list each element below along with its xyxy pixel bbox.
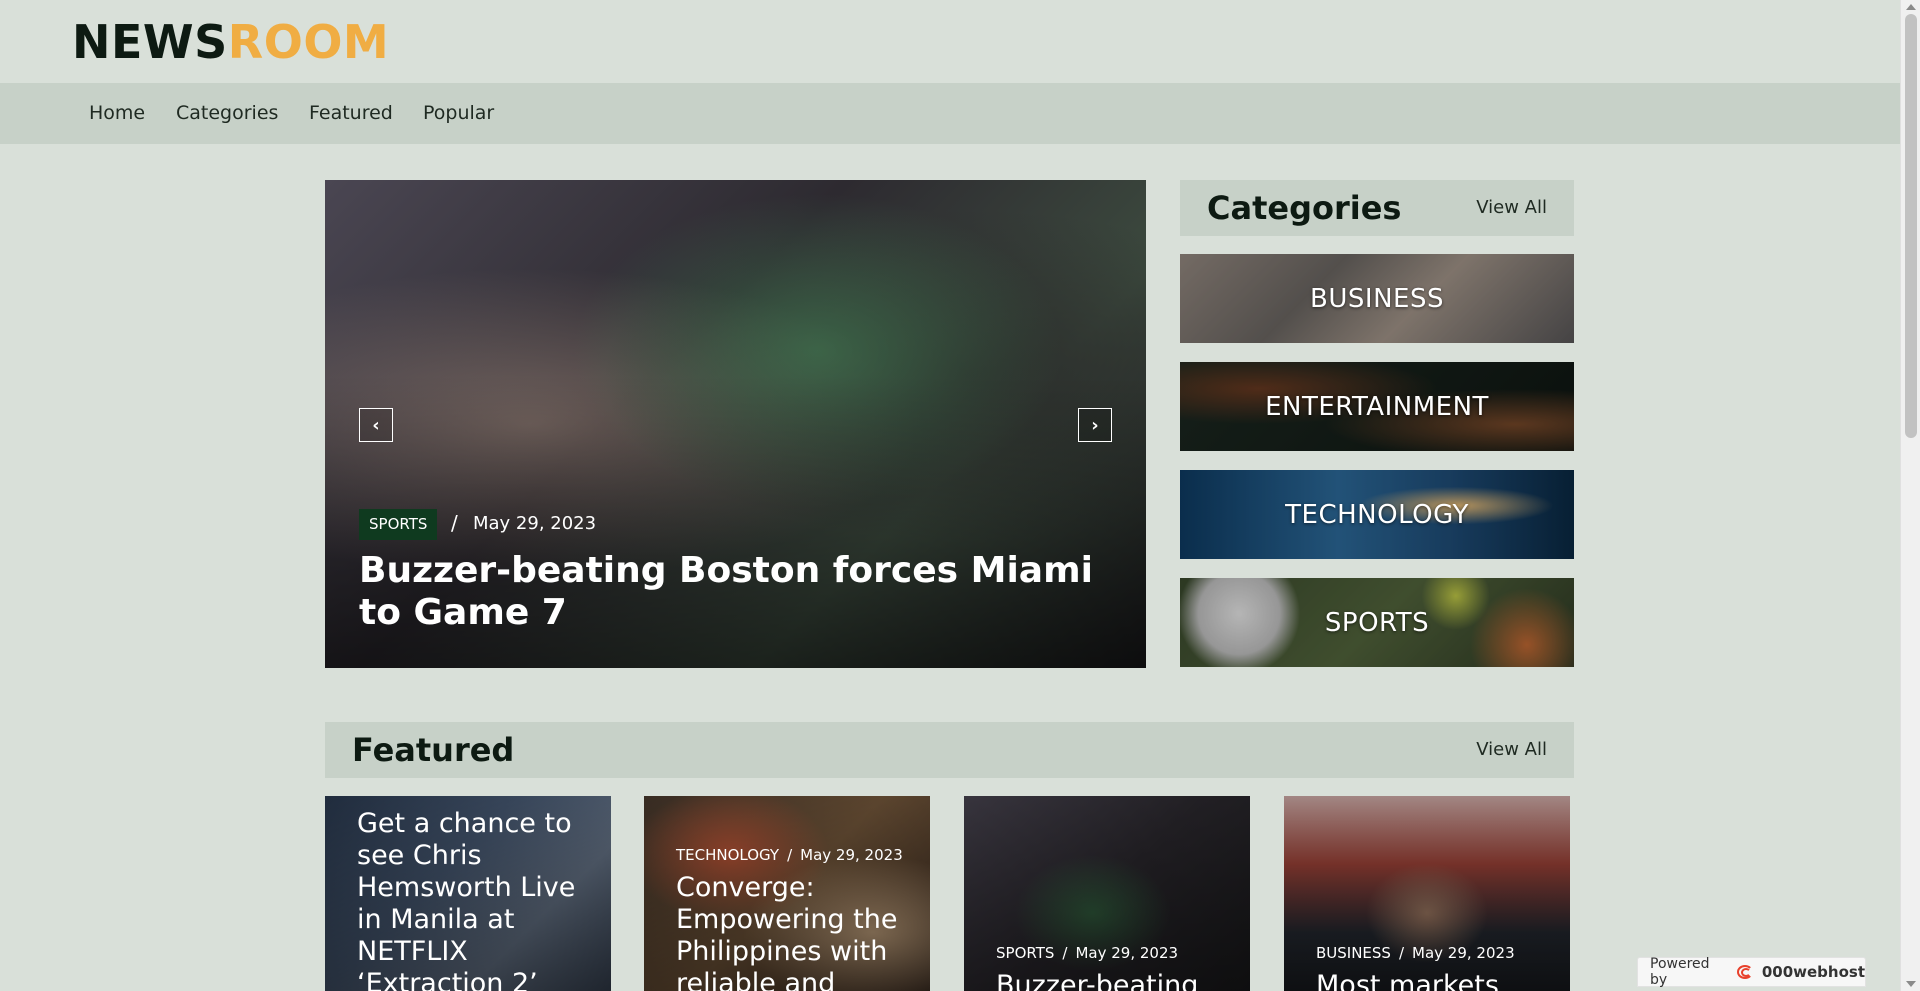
nav-item-popular[interactable]: Popular (423, 102, 494, 124)
featured-card-meta: SPORTS / May 29, 2023 (996, 944, 1179, 962)
featured-card[interactable]: BUSINESS / May 29, 2023 Most markets (1284, 796, 1570, 991)
category-label: SPORTS (1324, 607, 1430, 638)
main-nav: Home Categories Featured Popular (0, 83, 1900, 144)
featured-card[interactable]: SPORTS / May 29, 2023 Buzzer-beating (964, 796, 1250, 991)
featured-view-all-link[interactable]: View All (1476, 739, 1547, 761)
featured-card-date: May 29, 2023 (800, 846, 903, 864)
site-logo[interactable]: NEWSROOM (72, 16, 389, 68)
powered-by-badge[interactable]: Powered by 000webhost (1637, 956, 1866, 988)
category-tile-entertainment[interactable]: ENTERTAINMENT (1180, 362, 1574, 451)
webhost-logo-icon (1735, 963, 1755, 981)
featured-card-date: May 29, 2023 (1075, 944, 1179, 962)
category-tile-technology[interactable]: TECHNOLOGY (1180, 470, 1574, 559)
featured-card-title[interactable]: Get a chance to see Chris Hemsworth Live… (357, 808, 597, 991)
featured-card-category[interactable]: SPORTS (996, 944, 1054, 962)
categories-view-all-link[interactable]: View All (1476, 197, 1547, 219)
hero-category-badge[interactable]: SPORTS (359, 509, 438, 540)
scroll-down-arrow-icon[interactable] (1906, 981, 1916, 987)
featured-card-title[interactable]: Converge: Empowering the Philippines wit… (676, 872, 916, 991)
category-label: ENTERTAINMENT (1265, 391, 1489, 422)
hero-title[interactable]: Buzzer-beating Boston forces Miami to Ga… (359, 550, 1119, 634)
chevron-right-icon: › (1091, 414, 1099, 436)
featured-card-date: May 29, 2023 (1412, 944, 1515, 962)
page-scrollbar[interactable] (1900, 0, 1920, 991)
hero-date: May 29, 2023 (473, 513, 597, 534)
site-header: NEWSROOM (0, 0, 1900, 83)
featured-card[interactable]: Get a chance to see Chris Hemsworth Live… (325, 796, 611, 991)
featured-header: Featured View All (325, 722, 1574, 778)
featured-card-title[interactable]: Buzzer-beating (996, 970, 1236, 991)
nav-item-categories[interactable]: Categories (176, 102, 278, 124)
featured-card-category[interactable]: BUSINESS (1316, 944, 1391, 962)
carousel-prev-button[interactable]: ‹ (359, 408, 393, 442)
category-tile-sports[interactable]: SPORTS (1180, 578, 1574, 667)
categories-title: Categories (1207, 189, 1402, 227)
nav-item-home[interactable]: Home (89, 102, 145, 124)
hero-carousel[interactable]: ‹ › SPORTS / May 29, 2023 Buzzer-beating… (325, 180, 1146, 668)
carousel-next-button[interactable]: › (1078, 408, 1112, 442)
featured-card[interactable]: TECHNOLOGY / May 29, 2023 Converge: Empowe… (644, 796, 930, 991)
scroll-up-arrow-icon[interactable] (1906, 4, 1916, 10)
categories-header: Categories View All (1180, 180, 1574, 236)
scrollbar-thumb[interactable] (1905, 14, 1917, 438)
powered-by-brand: 000webhost (1761, 963, 1865, 981)
logo-part-room: ROOM (227, 15, 390, 69)
category-tile-business[interactable]: BUSINESS (1180, 254, 1574, 343)
featured-title: Featured (352, 731, 515, 769)
featured-card-meta: TECHNOLOGY / May 29, 2023 (676, 846, 903, 864)
featured-card-title[interactable]: Most markets (1316, 970, 1556, 991)
category-label: TECHNOLOGY (1285, 499, 1469, 530)
hero-meta-separator: / (451, 511, 458, 535)
powered-by-label: Powered by (1650, 956, 1710, 988)
nav-item-featured[interactable]: Featured (309, 102, 393, 124)
featured-card-category[interactable]: TECHNOLOGY (676, 846, 779, 864)
featured-card-meta: BUSINESS / May 29, 2023 (1316, 944, 1515, 962)
chevron-left-icon: ‹ (372, 414, 380, 436)
category-label: BUSINESS (1310, 283, 1444, 314)
logo-part-news: NEWS (72, 15, 228, 69)
